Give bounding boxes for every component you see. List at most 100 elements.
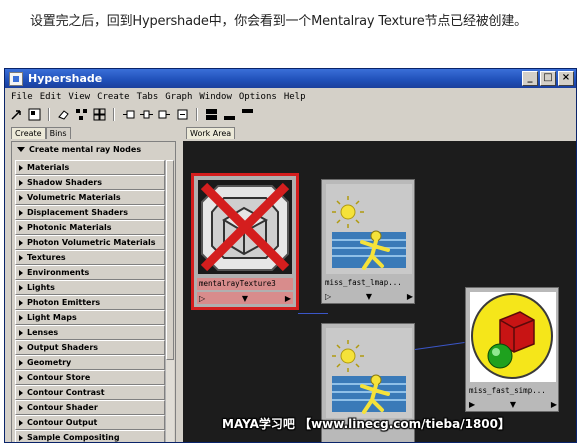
- category-item[interactable]: Output Shaders: [15, 340, 165, 355]
- category-item[interactable]: Photon Emitters: [15, 295, 165, 310]
- toolbar-separator: [48, 108, 50, 121]
- hypershade-window: Hypershade _ □ × File Edit View Create T…: [4, 68, 577, 443]
- input-port-icon[interactable]: ▶: [469, 400, 475, 409]
- category-item[interactable]: Environments: [15, 265, 165, 280]
- expand-arrow-icon: [19, 434, 23, 441]
- select-tool-icon[interactable]: [9, 108, 24, 122]
- category-item[interactable]: Contour Store: [15, 370, 165, 385]
- swatch-icon[interactable]: [27, 108, 42, 122]
- category-label: Environments: [27, 268, 90, 277]
- node-ports: ▷ ▼ ▶: [325, 290, 413, 302]
- node-label: miss_fast_lmap...: [325, 278, 402, 287]
- layout-bottom-icon[interactable]: [222, 108, 237, 122]
- menu-create[interactable]: Create: [97, 90, 130, 104]
- category-item[interactable]: Sample Compositing: [15, 430, 165, 442]
- toolbar-separator: [196, 108, 198, 121]
- menu-view[interactable]: View: [68, 90, 90, 104]
- title-bar[interactable]: Hypershade _ □ ×: [5, 69, 576, 88]
- category-item[interactable]: Lights: [15, 280, 165, 295]
- expand-arrow-icon: [19, 404, 23, 411]
- panel-header[interactable]: Create mental ray Nodes: [12, 142, 175, 157]
- category-item[interactable]: Volumetric Materials: [15, 190, 165, 205]
- expand-arrow-icon: [19, 224, 23, 231]
- graph-network-icon[interactable]: [74, 108, 89, 122]
- category-item[interactable]: Photonic Materials: [15, 220, 165, 235]
- category-item[interactable]: Light Maps: [15, 310, 165, 325]
- tab-bins[interactable]: Bins: [45, 127, 71, 139]
- tab-work-area[interactable]: Work Area: [186, 127, 236, 139]
- layout-top-bottom-icon[interactable]: [204, 108, 219, 122]
- expand-arrow-icon: [19, 374, 23, 381]
- collapse-arrow-icon: [17, 147, 25, 152]
- node-miss-fast-simp[interactable]: miss_fast_simp... ▶ ▼ ▶: [465, 287, 559, 412]
- node-ports: ▷ ▼ ▶: [197, 292, 293, 304]
- close-button[interactable]: ×: [558, 71, 574, 86]
- grid-icon[interactable]: [92, 108, 107, 122]
- category-label: Contour Output: [27, 418, 98, 427]
- clear-graph-icon[interactable]: [175, 108, 190, 122]
- eraser-icon[interactable]: [56, 108, 71, 122]
- category-item[interactable]: Geometry: [15, 355, 165, 370]
- expand-node-icon[interactable]: ▼: [510, 400, 516, 409]
- menu-graph[interactable]: Graph: [165, 90, 192, 104]
- create-panel: Create mental ray Nodes Materials Shadow…: [11, 141, 176, 442]
- expand-arrow-icon: [19, 164, 23, 171]
- category-item[interactable]: Photon Volumetric Materials: [15, 235, 165, 250]
- category-item[interactable]: Displacement Shaders: [15, 205, 165, 220]
- menu-file[interactable]: File: [11, 90, 33, 104]
- expand-arrow-icon: [19, 269, 23, 276]
- tab-create[interactable]: Create: [11, 127, 46, 139]
- menu-options[interactable]: Options: [239, 90, 277, 104]
- category-item[interactable]: Materials: [15, 160, 165, 175]
- menu-help[interactable]: Help: [284, 90, 306, 104]
- menu-tabs[interactable]: Tabs: [137, 90, 159, 104]
- lightmap-swatch-icon: [326, 328, 412, 418]
- scrollbar-thumb[interactable]: [166, 160, 174, 360]
- in-out-connections-icon[interactable]: [139, 108, 154, 122]
- lightmap-swatch-icon: [326, 184, 412, 274]
- input-port-icon[interactable]: ▷: [325, 292, 331, 301]
- menu-edit[interactable]: Edit: [40, 90, 62, 104]
- expand-arrow-icon: [19, 344, 23, 351]
- expand-arrow-icon: [19, 194, 23, 201]
- expand-arrow-icon: [19, 299, 23, 306]
- menu-window[interactable]: Window: [199, 90, 232, 104]
- node-miss-fast-lmap[interactable]: miss_fast_lmap... ▷ ▼ ▶: [321, 179, 415, 304]
- app-icon: [9, 71, 23, 86]
- category-label: Photonic Materials: [27, 223, 112, 232]
- expand-node-icon[interactable]: ▼: [366, 292, 372, 301]
- input-port-icon[interactable]: ▷: [197, 294, 205, 303]
- panel-scrollbar[interactable]: [165, 160, 174, 442]
- expand-arrow-icon: [19, 419, 23, 426]
- node-ports: ▶ ▼ ▶: [469, 398, 557, 410]
- category-label: Photon Volumetric Materials: [27, 238, 156, 247]
- expand-arrow-icon: [19, 314, 23, 321]
- expand-node-icon[interactable]: ▼: [242, 294, 248, 303]
- category-item[interactable]: Contour Shader: [15, 400, 165, 415]
- work-area-canvas[interactable]: mentalrayTexture3 ▷ ▼ ▶ miss_fast_lmap..…: [183, 141, 576, 442]
- output-port-icon[interactable]: ▶: [407, 292, 413, 301]
- layout-top-icon[interactable]: [240, 108, 255, 122]
- input-connections-icon[interactable]: [121, 108, 136, 122]
- category-label: Lenses: [27, 328, 59, 337]
- category-item[interactable]: Textures: [15, 250, 165, 265]
- left-tab-strip: Create Bins: [11, 127, 71, 139]
- category-item[interactable]: Shadow Shaders: [15, 175, 165, 190]
- category-item[interactable]: Lenses: [15, 325, 165, 340]
- category-item[interactable]: Contour Contrast: [15, 385, 165, 400]
- caption-text: 设置完之后，回到Hypershade中，你会看到一个Mentalray Text…: [30, 14, 527, 29]
- output-port-icon[interactable]: ▶: [551, 400, 557, 409]
- category-label: Contour Contrast: [27, 388, 105, 397]
- maximize-button[interactable]: □: [540, 71, 556, 86]
- category-label: Output Shaders: [27, 343, 99, 352]
- node-mentalraytexture3[interactable]: mentalrayTexture3 ▷ ▼ ▶: [191, 173, 299, 310]
- output-connections-icon[interactable]: [157, 108, 172, 122]
- toolbar: [5, 106, 576, 123]
- category-label: Contour Shader: [27, 403, 98, 412]
- minimize-button[interactable]: _: [522, 71, 538, 86]
- expand-arrow-icon: [19, 254, 23, 261]
- category-item[interactable]: Contour Output: [15, 415, 165, 430]
- output-port-icon[interactable]: ▶: [285, 294, 293, 303]
- node-label: mentalrayTexture3: [197, 278, 293, 290]
- category-label: Materials: [27, 163, 70, 172]
